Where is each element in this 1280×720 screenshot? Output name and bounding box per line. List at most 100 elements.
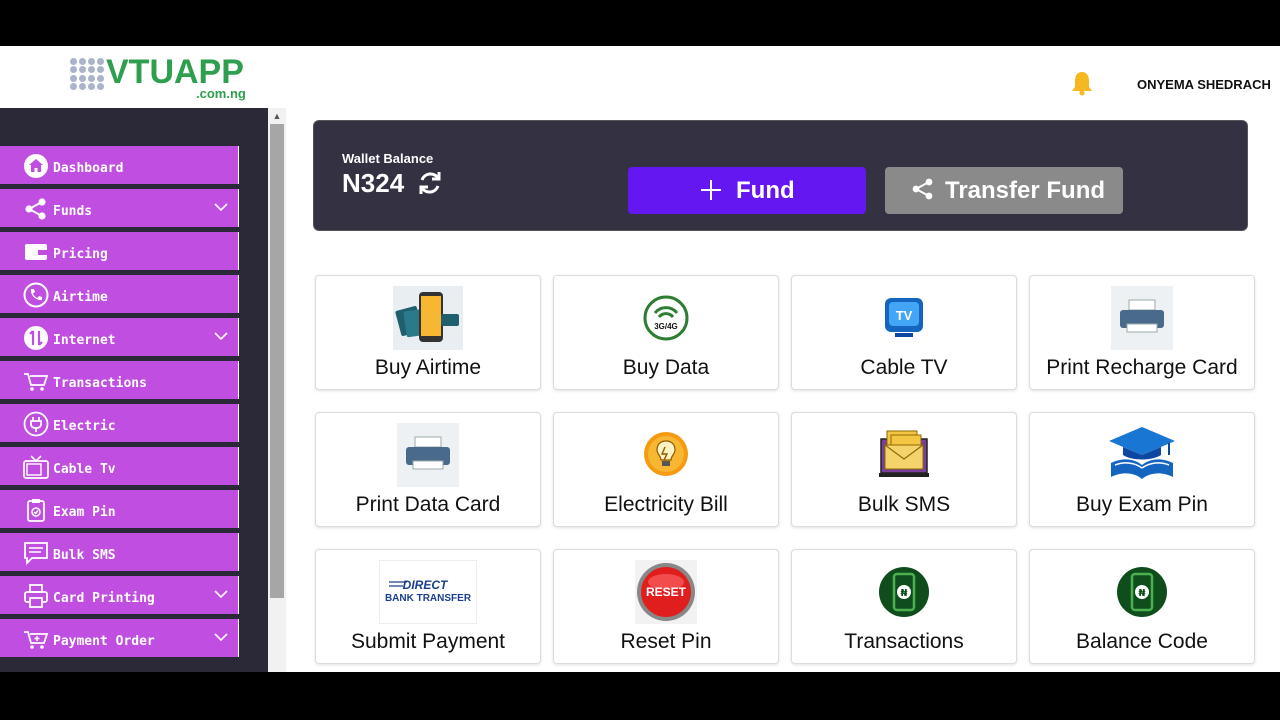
sidebar-item-pricing[interactable]: Pricing [0,232,239,270]
sidebar-scrollbar[interactable]: ▲ [268,108,286,672]
sidebar-item-label: Airtime [53,290,108,305]
sidebar-item-label: Cable Tv [53,462,116,477]
tile-label: Buy Airtime [374,356,482,379]
plug-icon [23,411,49,437]
tile-label: Reset Pin [620,630,712,653]
svg-text:TV: TV [896,308,913,323]
tile-submit-payment[interactable]: DIRECT BANK TRANSFER Submit Payment [315,549,541,664]
sidebar-item-transactions[interactable]: Transactions [0,361,239,399]
logo-text: VTUAPP [106,53,244,91]
scroll-up-arrow-icon[interactable]: ▲ [268,108,286,124]
sidebar-item-electric[interactable]: Electric [0,404,239,442]
fund-button[interactable]: Fund [628,167,866,214]
chevron-down-icon[interactable] [213,328,229,344]
message-icon [24,542,48,566]
sidebar-item-label: Bulk SMS [53,548,116,563]
sidebar-item-label: Transactions [53,376,147,391]
tile-print-recharge-card[interactable]: Print Recharge Card [1029,275,1255,390]
scroll-thumb[interactable] [270,124,284,598]
bell-icon[interactable] [1070,70,1094,96]
sidebar-item-airtime[interactable]: Airtime [0,275,239,313]
chevron-down-icon[interactable] [213,199,229,215]
tile-label: Balance Code [1076,630,1208,653]
cart-icon [24,373,49,391]
top-header: VTUAPP .com.ng ONYEMA SHEDRACH [0,46,1280,108]
airtime-phone-icon [393,286,463,350]
transfer-fund-button[interactable]: Transfer Fund [885,167,1123,214]
tile-transactions[interactable]: ₦ Transactions [791,549,1017,664]
svg-text:₦: ₦ [901,588,908,599]
cart-plus-icon [24,631,49,649]
sidebar-item-label: Exam Pin [53,505,116,520]
fund-button-label: Fund [736,177,795,204]
tile-buy-exam-pin[interactable]: Buy Exam Pin [1029,412,1255,527]
sidebar-item-label: Electric [53,419,116,434]
reset-button-icon: RESET [635,560,697,624]
user-name[interactable]: ONYEMA SHEDRACH [1137,77,1271,92]
sidebar-item-label: Pricing [53,247,108,262]
tile-label: Submit Payment [350,630,506,653]
sidebar-item-funds[interactable]: Funds [0,189,239,227]
tile-bulk-sms[interactable]: Bulk SMS [791,412,1017,527]
tile-balance-code[interactable]: ₦ Balance Code [1029,549,1255,664]
tile-label: Buy Data [622,356,710,379]
logo-subtext: .com.ng [196,86,246,101]
wallet-card: Wallet Balance N324 Fund Transfer Fund [313,120,1248,231]
tile-label: Bulk SMS [857,493,951,516]
sidebar-item-label: Funds [53,204,93,219]
sidebar-item-label: Dashboard [53,161,124,176]
svg-text:RESET: RESET [646,585,687,599]
refresh-icon[interactable] [417,169,443,197]
tv-icon: TV [885,298,923,337]
sidebar-item-dashboard[interactable]: Dashboard [0,146,239,184]
chevron-down-icon[interactable] [213,629,229,645]
tile-label: Print Recharge Card [1046,356,1238,379]
plus-icon [701,180,721,200]
chevron-down-icon[interactable] [213,586,229,602]
sidebar: Dashboard Funds Pricing Airtime Internet [0,108,286,672]
phone-icon [23,282,49,308]
sidebar-item-cable-tv[interactable]: Cable Tv [0,447,239,485]
svg-text:BANK TRANSFER: BANK TRANSFER [385,593,472,604]
svg-text:DIRECT: DIRECT [403,578,449,592]
printer-icon [24,584,48,608]
logo-dots-icon [70,58,106,90]
clipboard-icon [27,499,45,522]
tile-reset-pin[interactable]: RESET Reset Pin [553,549,779,664]
sidebar-item-label: Payment Order [53,634,155,649]
sidebar-item-label: Card Printing [53,591,155,606]
transfer-icon [24,326,48,350]
tile-print-data-card[interactable]: Print Data Card [315,412,541,527]
naira-phone-icon: ₦ [1117,567,1167,617]
sidebar-item-exam-pin[interactable]: Exam Pin [0,490,239,528]
sidebar-item-internet[interactable]: Internet [0,318,239,356]
wallet-balance: N324 [342,168,405,198]
direct-bank-transfer-icon: DIRECT BANK TRANSFER [379,560,477,624]
tile-label: Cable TV [860,356,948,379]
bulb-icon [644,432,688,476]
share-icon [912,178,933,200]
sidebar-item-card-printing[interactable]: Card Printing [0,576,239,614]
sidebar-item-bulk-sms[interactable]: Bulk SMS [0,533,239,571]
logo[interactable]: VTUAPP .com.ng [70,53,270,101]
tile-electricity-bill[interactable]: Electricity Bill [553,412,779,527]
home-icon [24,154,48,178]
share-icon [25,198,46,220]
sidebar-item-payment-order[interactable]: Payment Order [0,619,239,657]
tv-icon [23,455,49,479]
svg-text:₦: ₦ [1139,588,1146,599]
tile-cable-tv[interactable]: TV Cable TV [791,275,1017,390]
tile-buy-airtime[interactable]: Buy Airtime [315,275,541,390]
envelopes-icon [879,430,929,477]
graduation-cap-icon [1109,427,1175,479]
printer-icon [1111,286,1173,350]
sidebar-nav: Dashboard Funds Pricing Airtime Internet [0,146,239,662]
transfer-fund-button-label: Transfer Fund [945,177,1106,204]
naira-phone-icon: ₦ [879,567,929,617]
app-frame: VTUAPP .com.ng ONYEMA SHEDRACH Dashboard… [0,46,1280,672]
wallet-label: Wallet Balance [342,151,434,166]
tile-buy-data[interactable]: 3G/4G Buy Data [553,275,779,390]
wallet-icon [25,244,47,260]
tile-label: Print Data Card [355,493,501,516]
tile-label: Electricity Bill [604,493,728,516]
